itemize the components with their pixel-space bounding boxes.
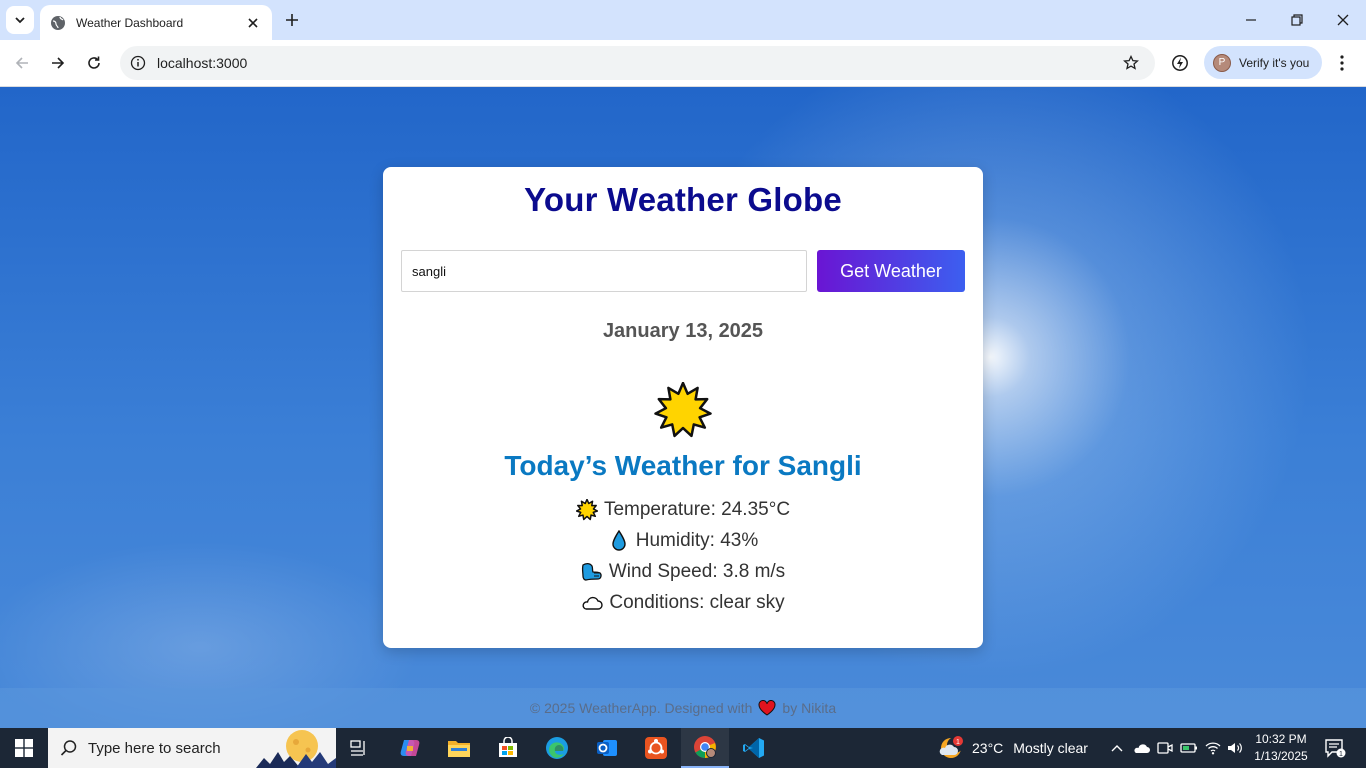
humidity-text: Humidity: 43%	[635, 529, 759, 551]
weather-stats: Temperature: 24.35°C Humidity: 43% Wind …	[383, 494, 983, 618]
minimize-button[interactable]	[1239, 8, 1263, 32]
reload-icon	[88, 56, 100, 69]
clock-date: 1/13/2025	[1254, 749, 1308, 763]
edge-app[interactable]	[533, 728, 581, 768]
wind-face-icon	[581, 561, 603, 583]
droplet-icon	[608, 529, 630, 552]
outlook-icon	[597, 740, 617, 756]
footer-text-left: © 2025 WeatherApp. Designed with	[529, 700, 753, 716]
restore-icon	[1291, 14, 1303, 26]
volume-icon[interactable]	[1224, 736, 1246, 760]
show-hidden-icons-button[interactable]	[1106, 736, 1128, 760]
tab-weather-dashboard[interactable]: Weather Dashboard	[40, 5, 272, 40]
plus-icon	[286, 14, 298, 26]
verify-label: Verify it's you	[1239, 55, 1310, 70]
task-view-button[interactable]	[336, 728, 384, 768]
back-button[interactable]	[9, 50, 35, 76]
address-bar[interactable]: localhost:3000	[120, 46, 1155, 80]
moon-illustration-icon	[256, 730, 336, 768]
folder-icon	[448, 741, 470, 757]
footer-text-right: by Nikita	[782, 700, 837, 716]
temperature-stat: Temperature: 24.35°C	[383, 494, 983, 525]
search-icon	[60, 740, 77, 756]
conditions-text: Conditions: clear sky	[609, 591, 785, 613]
wifi-icon[interactable]	[1202, 736, 1224, 760]
restore-button[interactable]	[1285, 8, 1309, 32]
vscode-app[interactable]	[730, 728, 778, 768]
search-placeholder: Type here to search	[88, 739, 221, 757]
windows-logo-icon	[15, 739, 33, 757]
notification-center-button[interactable]: 1	[1322, 736, 1348, 760]
start-button[interactable]	[0, 728, 48, 768]
performance-icon[interactable]	[1168, 51, 1192, 75]
weather-heading: Today’s Weather for Sangli	[504, 450, 862, 481]
moon-cloud-icon: 1	[938, 735, 964, 761]
weather-badge: 1	[956, 739, 960, 746]
chevron-down-icon	[15, 17, 25, 24]
current-date: January 13, 2025	[602, 320, 764, 342]
weather-temp: 23°C	[972, 740, 1004, 756]
conditions-stat: Conditions: clear sky	[383, 587, 983, 618]
outlook-app[interactable]	[583, 728, 631, 768]
city-search-input[interactable]	[401, 250, 807, 292]
copilot-app[interactable]	[386, 728, 434, 768]
globe-icon	[50, 15, 66, 31]
sun-icon	[654, 382, 712, 438]
arrow-left-icon	[15, 57, 28, 69]
chrome-icon	[694, 736, 716, 758]
page-footer: © 2025 WeatherApp. Designed with by Niki…	[0, 688, 1366, 728]
file-explorer-app[interactable]	[435, 728, 483, 768]
chrome-app[interactable]	[681, 728, 729, 768]
notification-count: 1	[1339, 751, 1343, 758]
vscode-icon	[743, 738, 764, 758]
ubuntu-app[interactable]	[632, 728, 680, 768]
taskbar: Type here to search 1 23°C Mostly clear …	[0, 728, 1366, 768]
profile-verify-button[interactable]: P Verify it's you	[1204, 46, 1322, 79]
close-tab-icon[interactable]	[244, 14, 262, 32]
reload-button[interactable]	[81, 50, 107, 76]
more-options-icon[interactable]	[1334, 51, 1350, 75]
get-weather-button[interactable]: Get Weather	[817, 250, 965, 292]
cloud-icon	[581, 592, 604, 614]
taskbar-weather-widget[interactable]: 1 23°C Mostly clear	[938, 728, 1088, 768]
browser-toolbar: localhost:3000 P Verify it's you	[0, 40, 1366, 87]
browser-tabstrip: Weather Dashboard	[0, 0, 1366, 40]
clock-time: 10:32 PM	[1255, 732, 1307, 746]
tab-title: Weather Dashboard	[76, 15, 184, 30]
page-title: Your Weather Globe	[524, 181, 842, 218]
store-icon	[499, 737, 517, 757]
meet-now-icon[interactable]	[1154, 736, 1176, 760]
close-window-button[interactable]	[1331, 8, 1355, 32]
url-text: localhost:3000	[157, 55, 248, 71]
task-view-icon	[350, 740, 365, 756]
humidity-stat: Humidity: 43%	[383, 525, 983, 556]
battery-icon[interactable]	[1178, 736, 1200, 760]
site-info-icon[interactable]	[130, 55, 146, 71]
wind-text: Wind Speed: 3.8 m/s	[608, 560, 786, 582]
microsoft-store-app[interactable]	[484, 728, 532, 768]
avatar: P	[1213, 53, 1231, 72]
weather-desc: Mostly clear	[1013, 740, 1088, 756]
close-icon	[1337, 14, 1349, 26]
taskbar-clock[interactable]: 10:32 PM 1/13/2025	[1252, 731, 1310, 765]
notification-icon: 1	[1325, 739, 1346, 758]
copilot-icon	[400, 740, 420, 756]
heart-icon	[758, 700, 776, 716]
wind-stat: Wind Speed: 3.8 m/s	[383, 556, 983, 587]
edge-icon	[546, 737, 568, 759]
ubuntu-icon	[645, 737, 667, 759]
sun-icon	[575, 498, 598, 521]
bookmark-star-icon[interactable]	[1121, 53, 1141, 73]
onedrive-icon[interactable]	[1130, 736, 1152, 760]
tab-search-button[interactable]	[6, 6, 34, 34]
minimize-icon	[1246, 19, 1256, 21]
temperature-text: Temperature: 24.35°C	[603, 498, 791, 520]
chevron-up-icon	[1111, 745, 1123, 752]
arrow-right-icon	[52, 57, 65, 69]
weather-card: Your Weather Globe Get Weather January 1…	[383, 167, 983, 648]
taskbar-search-box[interactable]: Type here to search	[48, 728, 336, 768]
new-tab-button[interactable]	[280, 8, 304, 32]
page-background: Your Weather Globe Get Weather January 1…	[0, 87, 1366, 728]
forward-button[interactable]	[45, 50, 71, 76]
